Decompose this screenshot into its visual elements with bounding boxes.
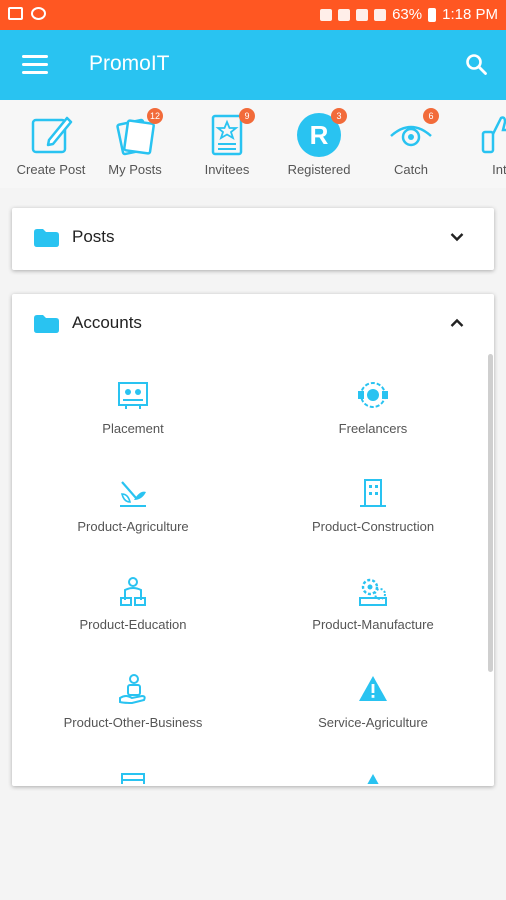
accounts-section-title: Accounts bbox=[72, 313, 142, 332]
other-business-icon bbox=[119, 674, 146, 705]
account-item-label: Product-Education bbox=[79, 617, 187, 632]
create-post-icon bbox=[31, 116, 73, 154]
account-item-label: Freelancers bbox=[338, 421, 408, 436]
account-item-label: Placement bbox=[102, 421, 164, 436]
chevron-up-icon[interactable] bbox=[450, 318, 464, 328]
app-bar: PromoIT bbox=[0, 30, 506, 100]
quick-action-catch[interactable]: 6 Catch bbox=[366, 108, 456, 177]
warning-icon bbox=[359, 676, 387, 701]
account-item-label: Product-Manufacture bbox=[312, 617, 434, 632]
my-posts-badge: 12 bbox=[147, 108, 163, 124]
quick-action-invitees[interactable]: 9 Invitees bbox=[182, 108, 272, 177]
posts-section-header[interactable]: Posts bbox=[12, 208, 494, 268]
warning-icon bbox=[367, 774, 379, 784]
scrollbar[interactable] bbox=[488, 354, 493, 672]
wifi-icon bbox=[356, 8, 369, 21]
account-item-product-agriculture[interactable]: Product-Agriculture bbox=[13, 476, 253, 534]
freelancers-icon bbox=[358, 382, 388, 408]
svg-text:R: R bbox=[310, 120, 329, 150]
placement-icon bbox=[118, 382, 148, 409]
quick-action-label: Create Post bbox=[16, 162, 86, 177]
quick-action-create-post[interactable]: Create Post bbox=[6, 110, 96, 177]
account-item-product-other-business[interactable]: Product-Other-Business bbox=[13, 672, 253, 730]
account-item-freelancers[interactable]: Freelancers bbox=[253, 378, 493, 436]
messenger-notification-icon bbox=[31, 7, 46, 20]
accounts-section: Accounts Placement Freelancers Product-A… bbox=[12, 294, 494, 786]
accounts-grid: Placement Freelancers Product-Agricultur… bbox=[12, 354, 494, 784]
interest-icon bbox=[481, 116, 506, 154]
manufacture-icon bbox=[359, 578, 387, 606]
account-item-label: Product-Construction bbox=[311, 519, 435, 534]
quick-action-label: Invitees bbox=[204, 162, 250, 177]
status-bar: 63% 1:18 PM bbox=[0, 0, 506, 30]
account-item-partial[interactable] bbox=[13, 770, 253, 784]
account-item-label: Service-Agriculture bbox=[318, 715, 428, 730]
signal-icon bbox=[374, 8, 387, 21]
quick-action-registered[interactable]: R 3 Registered bbox=[274, 108, 364, 177]
posts-section: Posts bbox=[12, 208, 494, 270]
notification-icons bbox=[8, 7, 46, 20]
mute-icon bbox=[338, 8, 351, 21]
search-icon[interactable] bbox=[464, 52, 488, 76]
clock: 1:18 PM bbox=[442, 6, 498, 23]
account-item-product-manufacture[interactable]: Product-Manufacture bbox=[253, 574, 493, 632]
account-item-service-agriculture[interactable]: Service-Agriculture bbox=[253, 672, 493, 730]
folder-icon bbox=[34, 315, 59, 333]
battery-icon bbox=[428, 7, 437, 22]
quick-action-interest[interactable]: Inte bbox=[458, 110, 506, 177]
catch-badge: 6 bbox=[423, 108, 439, 124]
app-title: PromoIT bbox=[89, 52, 170, 75]
accounts-section-header[interactable]: Accounts bbox=[12, 294, 494, 354]
account-item-placement[interactable]: Placement bbox=[13, 378, 253, 436]
invitees-badge: 9 bbox=[239, 108, 255, 124]
quick-action-label: Catch bbox=[394, 162, 428, 177]
quick-action-label: Inte bbox=[492, 162, 506, 177]
account-item-partial[interactable] bbox=[253, 770, 493, 784]
account-item-label: Product-Other-Business bbox=[63, 715, 203, 730]
education-icon bbox=[120, 577, 146, 606]
quick-action-label: My Posts bbox=[108, 162, 162, 177]
account-item-product-construction[interactable]: Product-Construction bbox=[253, 476, 493, 534]
quick-actions-bar: Create Post 12 My Posts 9 Invitees R 3 R… bbox=[0, 100, 506, 188]
account-item-label: Product-Agriculture bbox=[77, 519, 189, 534]
partial-account-icon bbox=[121, 773, 145, 784]
quick-action-my-posts[interactable]: 12 My Posts bbox=[90, 108, 180, 177]
system-status: 63% 1:18 PM bbox=[320, 6, 498, 23]
folder-icon bbox=[34, 229, 59, 247]
agriculture-icon bbox=[120, 481, 146, 507]
battery-percent: 63% bbox=[392, 6, 423, 23]
registered-badge: 3 bbox=[331, 108, 347, 124]
gallery-notification-icon bbox=[8, 7, 23, 20]
chevron-down-icon[interactable] bbox=[450, 232, 464, 242]
account-item-product-education[interactable]: Product-Education bbox=[13, 574, 253, 632]
posts-section-title: Posts bbox=[72, 227, 115, 246]
alarm-icon bbox=[320, 8, 333, 21]
construction-icon bbox=[360, 479, 386, 507]
quick-action-label: Registered bbox=[287, 162, 351, 177]
menu-icon[interactable] bbox=[22, 55, 48, 75]
